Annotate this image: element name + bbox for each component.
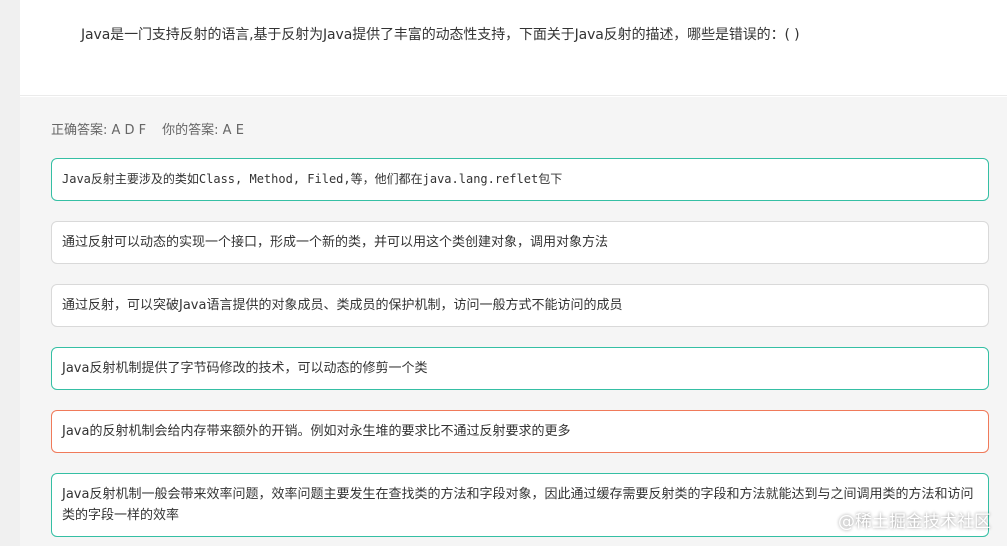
option-b-text: 通过反射可以动态的实现一个接口，形成一个新的类，并可以用这个类创建对象，调用对象… [62, 235, 609, 250]
answer-panel: 正确答案: A D F 你的答案: A E Java反射主要涉及的类如Class,… [20, 97, 1007, 546]
option-c-text: 通过反射，可以突破Java语言提供的对象成员、类成员的保护机制，访问一般方式不能… [62, 298, 623, 313]
left-margin-strip [0, 0, 20, 546]
question-panel: Java是一门支持反射的语言,基于反射为Java提供了丰富的动态性支持，下面关于… [20, 0, 1007, 96]
your-answer-label: 你的答案: A E [162, 123, 244, 138]
correct-answer-label: 正确答案: A D F [51, 123, 147, 138]
question-text: Java是一门支持反射的语言,基于反射为Java提供了丰富的动态性支持，下面关于… [81, 27, 800, 43]
option-a-text: Java反射主要涉及的类如Class, Method, Filed,等，他们都在… [62, 172, 563, 186]
option-e[interactable]: Java的反射机制会给内存带来额外的开销。例如对永生堆的要求比不通过反射要求的更… [51, 410, 989, 453]
option-b[interactable]: 通过反射可以动态的实现一个接口，形成一个新的类，并可以用这个类创建对象，调用对象… [51, 221, 989, 264]
answer-summary: 正确答案: A D F 你的答案: A E [51, 119, 248, 138]
option-f-text: Java反射机制一般会带来效率问题，效率问题主要发生在查找类的方法和字段对象，因… [62, 487, 974, 523]
option-e-text: Java的反射机制会给内存带来额外的开销。例如对永生堆的要求比不通过反射要求的更… [62, 424, 571, 439]
option-a[interactable]: Java反射主要涉及的类如Class, Method, Filed,等，他们都在… [51, 158, 989, 201]
option-d-text: Java反射机制提供了字节码修改的技术，可以动态的修剪一个类 [62, 361, 428, 376]
option-d[interactable]: Java反射机制提供了字节码修改的技术，可以动态的修剪一个类 [51, 347, 989, 390]
watermark: @稀土掘金技术社区 [838, 512, 991, 532]
option-c[interactable]: 通过反射，可以突破Java语言提供的对象成员、类成员的保护机制，访问一般方式不能… [51, 284, 989, 327]
